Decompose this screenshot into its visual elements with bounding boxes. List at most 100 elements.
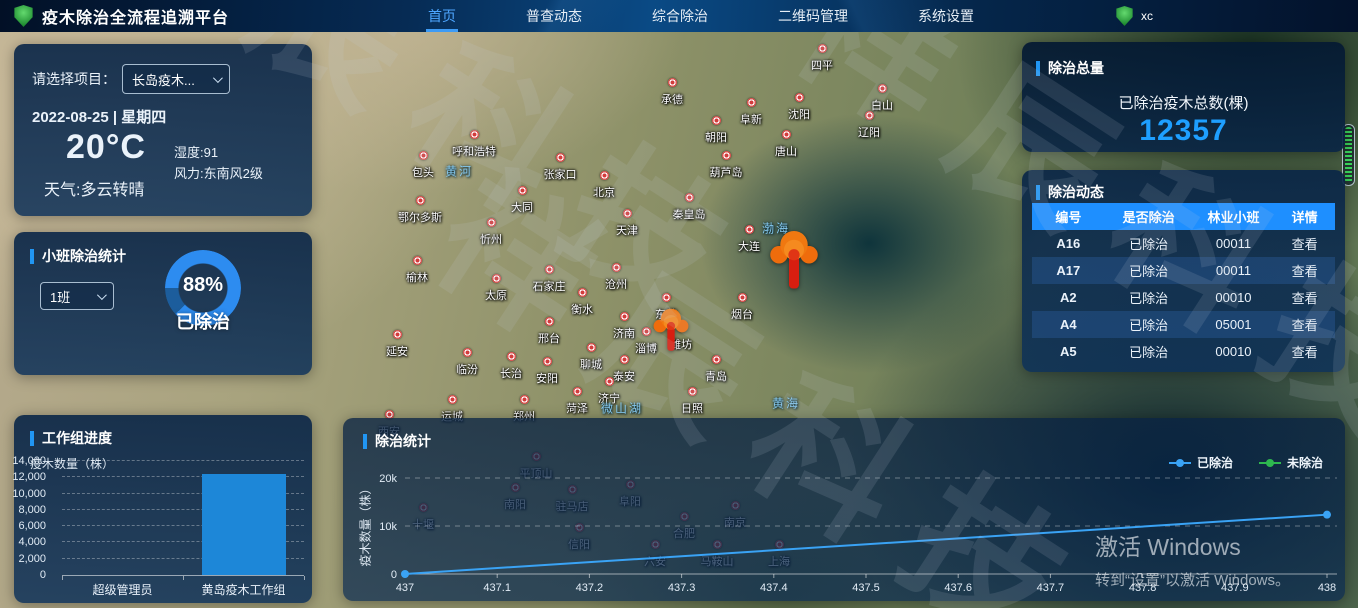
class-stats-panel: 小班除治统计 1班 88% 已除治: [14, 232, 312, 375]
map-city-label: 天津: [587, 222, 667, 238]
map-pin-icon: [556, 153, 565, 162]
level-stripes-icon: [1345, 127, 1352, 183]
user-box[interactable]: xc: [1116, 0, 1153, 32]
line-chart-ylabel: 疫木数量（株）: [357, 475, 374, 575]
nav-item-5[interactable]: 系统设置: [912, 0, 980, 32]
donut-status-label: 已除治: [153, 308, 253, 334]
legend-line-dot-icon: [1259, 462, 1281, 464]
legend-label: 未除治: [1287, 454, 1323, 471]
map-city-marker[interactable]: 葫芦岛: [686, 147, 766, 180]
map-city-label: 青岛: [676, 368, 756, 384]
map-pin-icon: [518, 186, 527, 195]
title-accent-bar: [1036, 61, 1040, 76]
bar-ytick-label: 6,000: [6, 520, 46, 532]
table-cell: 00011: [1193, 236, 1275, 251]
class-select-value: 1班: [50, 287, 70, 306]
map-city-marker[interactable]: 延安: [357, 326, 437, 359]
removal-stats-panel: 010k20k437437.1437.2437.3437.4437.5437.6…: [343, 418, 1345, 601]
map-pin-icon: [818, 44, 827, 53]
project-select[interactable]: 长岛疫木...: [122, 64, 230, 94]
map-pin-icon: [492, 274, 501, 283]
nav-item-3[interactable]: 综合除治: [646, 0, 714, 32]
map-city-label: 葫芦岛: [686, 164, 766, 180]
row-view-link[interactable]: 查看: [1274, 342, 1335, 361]
map-pin-icon: [543, 357, 552, 366]
map-city-label: 秦皇岛: [649, 206, 729, 222]
total-subtitle: 已除治疫木总数(棵): [1022, 92, 1345, 113]
title-accent-bar: [30, 431, 34, 446]
nav-item-2[interactable]: 普查动态: [520, 0, 588, 32]
map-city-label: 承德: [632, 91, 712, 107]
table-cell: 00010: [1193, 344, 1275, 359]
map-city-marker[interactable]: 沈阳: [759, 89, 839, 122]
map-city-marker[interactable]: 青岛: [676, 351, 756, 384]
map-city-marker[interactable]: 鄂尔多斯: [380, 192, 460, 225]
total-value: 12357: [1022, 114, 1345, 148]
map-pin-icon: [578, 288, 587, 297]
map-pin-icon: [620, 312, 629, 321]
main-nav: 首页 普查动态 综合除治 二维码管理 系统设置: [422, 0, 980, 32]
workgroup-title: 工作组进度: [30, 428, 112, 448]
donut-percent: 88%: [165, 274, 241, 297]
temperature-value: 20°C: [66, 128, 146, 167]
map-city-marker[interactable]: 辽阳: [829, 107, 909, 140]
row-view-link[interactable]: 查看: [1274, 261, 1335, 280]
humidity-text: 湿度:91: [174, 142, 218, 161]
hazard-mushroom-cloud-icon: [652, 309, 690, 353]
map-city-marker[interactable]: 大同: [482, 182, 562, 215]
table-cell: A5: [1032, 344, 1105, 359]
map-city-label: 北京: [564, 184, 644, 200]
row-view-link[interactable]: 查看: [1274, 288, 1335, 307]
svg-text:437.9: 437.9: [1221, 582, 1249, 594]
row-view-link[interactable]: 查看: [1274, 315, 1335, 334]
project-weather-panel: 请选择项目： 长岛疫木... 2022-08-25 | 星期四 20°C 天气:…: [14, 44, 312, 216]
bar-ytick-label: 10,000: [6, 488, 46, 500]
bar-ytick-label: 4,000: [6, 536, 46, 548]
map-pin-icon: [688, 387, 697, 396]
bar-2[interactable]: [202, 474, 286, 575]
map-city-marker[interactable]: 承德: [632, 74, 712, 107]
legend-item-未除治[interactable]: 未除治: [1259, 454, 1323, 471]
map-city-marker[interactable]: 忻州: [451, 214, 531, 247]
hazard-marker[interactable]: [768, 231, 820, 291]
nav-item-4[interactable]: 二维码管理: [772, 0, 854, 32]
table-row: A5已除治00010查看: [1032, 338, 1335, 365]
class-select[interactable]: 1班: [40, 282, 114, 310]
map-city-label: 大同: [482, 199, 562, 215]
table-cell: A17: [1032, 263, 1105, 278]
map-city-marker[interactable]: 烟台: [702, 289, 782, 322]
map-city-label: 日照: [652, 400, 732, 416]
svg-text:437: 437: [396, 582, 414, 594]
title-accent-bar: [1036, 185, 1040, 200]
bar-ytick-label: 8,000: [6, 504, 46, 516]
table-cell: A2: [1032, 290, 1105, 305]
map-city-label: 四平: [782, 57, 862, 73]
chevron-down-icon: [97, 290, 107, 300]
removal-dynamics-panel: 除治动态 编号是否除治林业小班详情A16已除治00011查看A17已除治0001…: [1022, 170, 1345, 372]
dynamics-table: 编号是否除治林业小班详情A16已除治00011查看A17已除治00011查看A2…: [1032, 203, 1335, 365]
map-city-marker[interactable]: 北京: [564, 167, 644, 200]
map-pin-icon: [620, 355, 629, 364]
map-city-label: 忻州: [451, 231, 531, 247]
table-header-cell: 林业小班: [1193, 207, 1275, 226]
weather-text: 天气:多云转晴: [44, 176, 144, 200]
nav-item-1[interactable]: 首页: [422, 0, 462, 32]
map-pin-icon: [393, 330, 402, 339]
bar-axis-tick: [183, 576, 184, 580]
row-view-link[interactable]: 查看: [1274, 234, 1335, 253]
table-row: A16已除治00011查看: [1032, 230, 1335, 257]
svg-text:437.2: 437.2: [576, 582, 604, 594]
map-city-marker[interactable]: 日照: [652, 383, 732, 416]
bar-ytick-label: 0: [6, 569, 46, 581]
hazard-marker[interactable]: [652, 309, 690, 353]
map-city-marker[interactable]: 四平: [782, 40, 862, 73]
map-city-marker[interactable]: 秦皇岛: [649, 189, 729, 222]
svg-text:20k: 20k: [379, 473, 397, 485]
map-pin-icon: [782, 130, 791, 139]
map-pin-icon: [470, 130, 479, 139]
platform-logo-shield-icon: [14, 5, 33, 27]
legend-item-已除治[interactable]: 已除治: [1169, 454, 1233, 471]
map-city-marker[interactable]: 榆林: [377, 252, 457, 285]
map-city-label: 烟台: [702, 306, 782, 322]
hazard-mushroom-cloud-icon: [768, 231, 820, 291]
